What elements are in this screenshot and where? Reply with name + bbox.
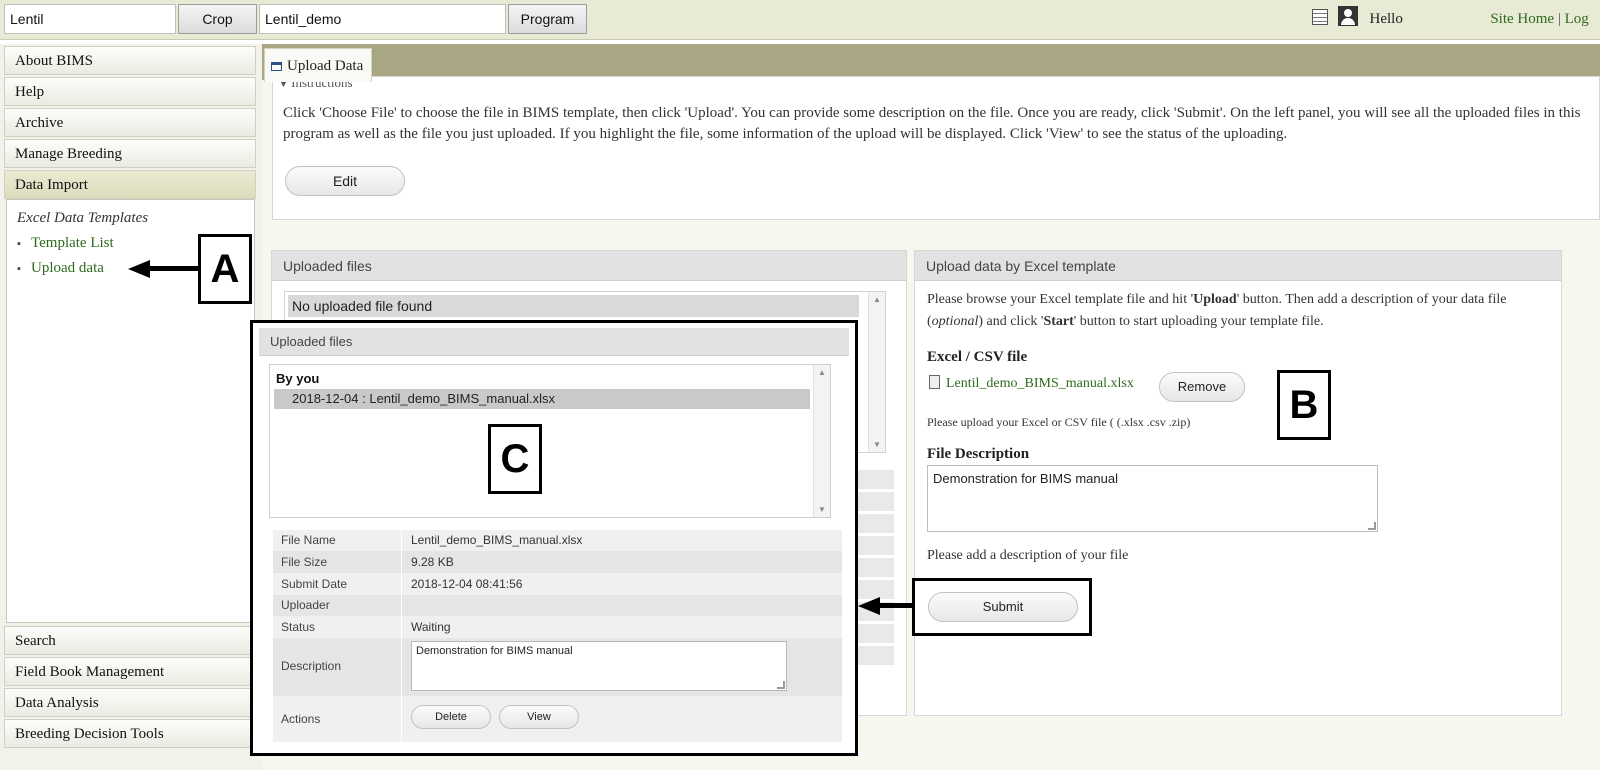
sidebar-item-help[interactable]: Help xyxy=(4,77,256,106)
user-icon[interactable] xyxy=(1337,6,1358,26)
overlay-file-list[interactable]: By you 2018-12-04 : Lentil_demo_BIMS_man… xyxy=(269,364,831,518)
description-hint: Please add a description of your file xyxy=(927,548,1129,563)
list-scrollbar[interactable]: ▲ ▼ xyxy=(813,365,830,517)
crop-button[interactable]: Crop xyxy=(178,4,257,34)
detail-row-status: Status Waiting xyxy=(273,616,842,638)
description-textarea[interactable]: Demonstration for BIMS manual xyxy=(927,465,1378,532)
site-home-link[interactable]: Site Home xyxy=(1490,11,1554,27)
panel-title: Excel Data Templates xyxy=(17,210,149,226)
template-list-link[interactable]: Template List xyxy=(31,235,114,252)
upload-data-link[interactable]: Upload data xyxy=(31,260,104,277)
bullet-icon: ▪ xyxy=(17,263,21,275)
delete-button[interactable]: Delete xyxy=(411,705,491,729)
sidebar-item-data-analysis[interactable]: Data Analysis xyxy=(4,688,256,717)
arrow-c xyxy=(878,603,914,608)
detail-row-file-size: File Size 9.28 KB xyxy=(273,551,842,573)
program-input[interactable]: Lentil_demo xyxy=(259,4,506,34)
callout-b: B xyxy=(1277,370,1331,440)
instructions-panel: ▼ Instructions Click 'Choose File' to ch… xyxy=(272,75,1600,220)
sidebar-item-breeding-decision-tools[interactable]: Breeding Decision Tools xyxy=(4,719,256,748)
top-bar: Lentil Crop Lentil_demo Program Hello Si… xyxy=(0,0,1600,40)
excel-upload-panel: Upload data by Excel template Please bro… xyxy=(914,250,1562,716)
overlay-title: Uploaded files xyxy=(259,328,849,356)
detail-row-uploader: Uploader xyxy=(273,595,842,616)
file-hint: Please upload your Excel or CSV file ( (… xyxy=(927,415,1191,429)
excel-upload-intro: Please browse your Excel template file a… xyxy=(927,292,1507,329)
overlay-description-field[interactable]: Demonstration for BIMS manual xyxy=(411,641,787,691)
menu-separator: | xyxy=(1557,11,1561,27)
list-scrollbar[interactable]: ▲ ▼ xyxy=(868,292,885,452)
submit-button-highlighted[interactable]: Submit xyxy=(928,592,1078,622)
background-row xyxy=(858,624,894,644)
list-icon[interactable] xyxy=(1312,9,1328,25)
list-group-label: By you xyxy=(276,371,320,386)
view-button[interactable]: View xyxy=(499,705,579,729)
crop-input[interactable]: Lentil xyxy=(4,4,176,34)
selected-file-entry[interactable]: 2018-12-04 : Lentil_demo_BIMS_manual.xls… xyxy=(274,389,810,409)
arrow-a xyxy=(148,266,200,271)
scroll-up-icon[interactable]: ▲ xyxy=(818,368,826,377)
remove-button[interactable]: Remove xyxy=(1159,372,1245,402)
instructions-text: Click 'Choose File' to choose the file i… xyxy=(283,105,1581,142)
callout-c: C xyxy=(488,424,542,494)
detail-row-description: Description Demonstration for BIMS manua… xyxy=(273,638,842,696)
sidebar-item-data-import[interactable]: Data Import xyxy=(4,170,256,199)
excel-upload-title: Upload data by Excel template xyxy=(915,251,1561,281)
scroll-down-icon[interactable]: ▼ xyxy=(873,440,881,449)
sidebar-item-about-bims[interactable]: About BIMS xyxy=(4,46,256,75)
file-label: Excel / CSV file xyxy=(927,349,1028,365)
background-row xyxy=(858,492,894,512)
no-files-message: No uploaded file found xyxy=(288,295,859,317)
uploaded-files-detail-overlay: Uploaded files By you 2018-12-04 : Lenti… xyxy=(250,320,858,756)
arrow-c-head xyxy=(858,597,880,615)
scroll-up-icon[interactable]: ▲ xyxy=(873,295,881,304)
background-row xyxy=(858,558,894,578)
edit-button[interactable]: Edit xyxy=(285,166,405,196)
background-row xyxy=(858,514,894,534)
sidebar-item-manage-breeding[interactable]: Manage Breeding xyxy=(4,139,256,168)
sidebar-item-archive[interactable]: Archive xyxy=(4,108,256,137)
resize-handle-icon[interactable] xyxy=(1368,522,1376,530)
detail-row-submit-date: Submit Date 2018-12-04 08:41:56 xyxy=(273,573,842,595)
tab-strip xyxy=(262,44,1600,80)
sidebar-item-search[interactable]: Search xyxy=(4,626,256,655)
background-row xyxy=(858,646,894,666)
description-label: File Description xyxy=(927,446,1030,462)
tab-upload-data[interactable]: Upload Data xyxy=(264,48,372,82)
logout-link[interactable]: Log xyxy=(1565,11,1589,27)
program-button[interactable]: Program xyxy=(508,4,587,34)
user-menu: Hello Site Home | Log xyxy=(1312,4,1589,34)
scroll-down-icon[interactable]: ▼ xyxy=(818,505,826,514)
detail-row-file-name: File Name Lentil_demo_BIMS_manual.xlsx xyxy=(273,530,842,551)
resize-handle-icon[interactable] xyxy=(777,681,785,689)
uploaded-files-title: Uploaded files xyxy=(272,251,906,281)
callout-a: A xyxy=(198,234,252,304)
file-icon xyxy=(929,375,940,389)
sidebar-item-field-book-management[interactable]: Field Book Management xyxy=(4,657,256,686)
window-icon xyxy=(271,62,282,71)
arrow-a-head xyxy=(128,260,150,278)
greeting-text: Hello xyxy=(1369,11,1403,27)
background-row xyxy=(858,470,894,490)
uploaded-file-link[interactable]: Lentil_demo_BIMS_manual.xlsx xyxy=(946,376,1134,392)
bullet-icon: ▪ xyxy=(17,238,21,250)
sidebar: About BIMS Help Archive Manage Breeding … xyxy=(0,44,262,770)
detail-row-actions: Actions Delete View xyxy=(273,696,842,742)
background-row xyxy=(858,536,894,556)
